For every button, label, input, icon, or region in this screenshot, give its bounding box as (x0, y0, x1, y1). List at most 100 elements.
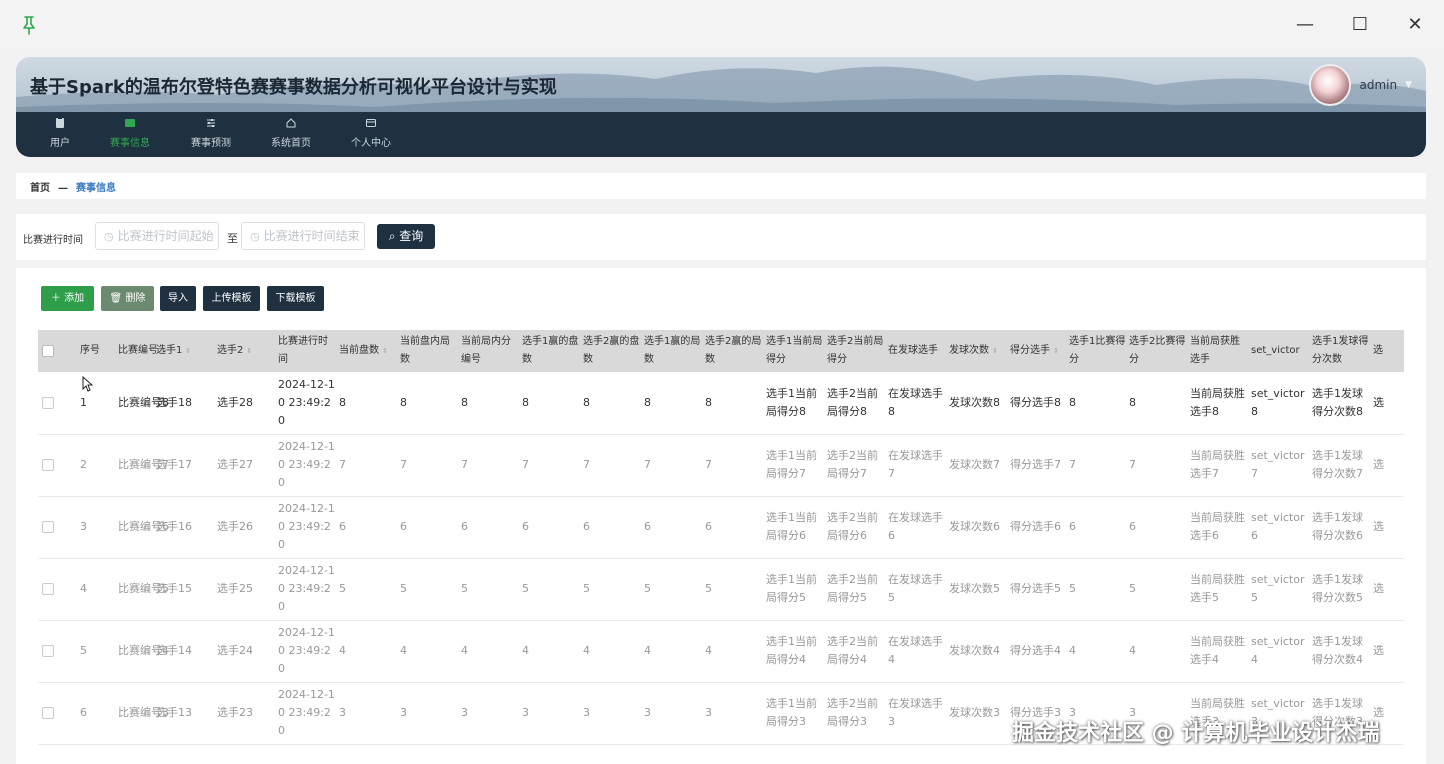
row-checkbox[interactable] (42, 645, 54, 657)
table-row[interactable]: 2 比赛编号7 选手17 选手27 2024-12-10 23:49:20 7 7 7 7 7 7 7… (38, 434, 1404, 497)
row-checkbox-cell[interactable] (42, 372, 56, 434)
column-header[interactable]: 当前盘内局数 (400, 330, 458, 372)
nav-item-match-prediction[interactable]: 赛事预测 (176, 116, 246, 149)
user-menu[interactable]: admin ▼ (1309, 64, 1412, 106)
nav-item-users[interactable]: 用户 (25, 116, 95, 149)
table-cell: 6 (583, 520, 590, 533)
download-template-button[interactable]: 下载模板 (267, 286, 324, 311)
breadcrumb-separator: — (58, 183, 68, 194)
query-button[interactable]: ⌕ 查询 (377, 224, 435, 249)
upload-template-button[interactable]: 上传模板 (203, 286, 260, 311)
column-header[interactable]: 在发球选手 (888, 330, 946, 372)
column-header[interactable]: 选手1赢的盘数 (522, 330, 580, 372)
row-checkbox[interactable] (42, 397, 54, 409)
maximize-button[interactable]: ☐ (1347, 12, 1373, 38)
column-header[interactable]: 当前局获胜选手 (1190, 330, 1248, 372)
column-header[interactable]: 选手2当前局得分 (827, 330, 885, 372)
select-all-checkbox[interactable] (42, 330, 56, 372)
site-title: 基于Spark的温布尔登特色赛赛事数据分析可视化平台设计与实现 (30, 77, 557, 98)
column-header[interactable]: 选手2比赛得分 (1129, 330, 1187, 372)
table-cell: 2024-12-10 23:49:20 (278, 440, 335, 489)
table-cell: 得分选手6 (1010, 520, 1061, 533)
row-checkbox-cell[interactable] (42, 496, 56, 558)
column-header[interactable]: 选手1 ⇕ (156, 330, 214, 372)
table-cell: 7 (1129, 458, 1136, 471)
table-cell: 6 (522, 520, 529, 533)
column-header[interactable]: 选手2 ⇕ (217, 330, 275, 372)
nav-item-match-info[interactable]: 赛事信息 (95, 116, 165, 149)
table-cell: 发球次数4 (949, 644, 1000, 657)
sort-icon[interactable]: ⇕ (246, 342, 252, 360)
column-header[interactable]: 发球次数 ⇕ (949, 330, 1007, 372)
row-checkbox-cell[interactable] (42, 620, 56, 682)
table-cell: 4 (80, 582, 87, 595)
avatar[interactable] (1309, 64, 1352, 106)
column-header-label: 选手2赢的盘数 (583, 336, 640, 365)
sort-icon[interactable]: ⇕ (1053, 342, 1059, 360)
minimize-button[interactable]: — (1292, 12, 1318, 38)
row-checkbox[interactable] (42, 459, 54, 471)
row-checkbox-cell[interactable] (42, 434, 56, 496)
pin-icon[interactable] (18, 14, 40, 36)
end-time-input[interactable]: ◷ 比赛进行时间结束 (241, 222, 365, 250)
row-checkbox[interactable] (42, 521, 54, 533)
table-cell: 选手17 (156, 458, 192, 471)
nav-label: 赛事预测 (191, 138, 231, 149)
table-cell: 2024-12-10 23:49:20 (278, 378, 335, 427)
nav-item-home[interactable]: 系统首页 (256, 116, 326, 149)
table-row[interactable]: 1 比赛编号8 选手18 选手28 2024-12-10 23:49:20 8 8 8 8 8 8 8… (38, 372, 1404, 435)
close-button[interactable]: ✕ (1402, 12, 1428, 38)
table-row[interactable]: 5 比赛编号4 选手14 选手24 2024-12-10 23:49:20 4 4 4 4 4 4 4… (38, 620, 1404, 683)
add-button[interactable]: ＋ 添加 (41, 286, 94, 311)
column-header-label: 选手1比赛得分 (1069, 336, 1126, 365)
column-header[interactable]: 选手1比赛得分 (1069, 330, 1127, 372)
table-cell: 选手1发球得分次数5 (1312, 573, 1363, 604)
column-header[interactable]: 选手2赢的局数 (705, 330, 763, 372)
chevron-down-icon[interactable]: ▼ (1405, 80, 1412, 90)
row-checkbox[interactable] (42, 707, 54, 719)
column-header[interactable]: 当前盘数 ⇕ (339, 330, 397, 372)
column-header-label: 得分选手 (1010, 345, 1050, 356)
column-header[interactable]: 比赛进行时间 (278, 330, 336, 372)
table-cell: 5 (400, 582, 407, 595)
table-cell: 在发球选手4 (888, 635, 943, 666)
column-header[interactable]: 选手1当前局得分 (766, 330, 824, 372)
column-header-label: 在发球选手 (888, 345, 938, 356)
column-header[interactable]: set_victor (1251, 330, 1309, 372)
column-header[interactable]: 选手1发球得分次数 (1312, 330, 1370, 372)
breadcrumb-home[interactable]: 首页 (30, 183, 50, 194)
nav-item-profile[interactable]: 个人中心 (336, 116, 406, 149)
sort-icon[interactable]: ⇕ (185, 342, 191, 360)
row-checkbox-cell[interactable] (42, 682, 56, 744)
sort-icon[interactable]: ⇕ (992, 342, 998, 360)
import-button[interactable]: 导入 (160, 286, 196, 311)
table-cell: 选手2当前局得分5 (827, 573, 878, 604)
table-cell: 5 (1129, 582, 1136, 595)
checkbox[interactable] (42, 345, 54, 357)
column-header[interactable]: 选手2赢的盘数 (583, 330, 641, 372)
start-time-input[interactable]: ◷ 比赛进行时间起始 (95, 222, 219, 250)
delete-button[interactable]: 🗑 删除 (101, 286, 154, 311)
row-checkbox[interactable] (42, 583, 54, 595)
column-header-label: 比赛进行时间 (278, 336, 328, 365)
table-cell: 5 (705, 582, 712, 595)
column-header[interactable]: 序号 (80, 330, 110, 372)
table-cell: 6 (1129, 520, 1136, 533)
sort-icon[interactable]: ⇕ (382, 342, 388, 360)
table-row[interactable]: 3 比赛编号6 选手16 选手26 2024-12-10 23:49:20 6 6 6 6 6 6 6… (38, 496, 1404, 559)
table-row[interactable]: 4 比赛编号5 选手15 选手25 2024-12-10 23:49:20 5 5 5 5 5 5 5… (38, 558, 1404, 621)
column-header[interactable]: 得分选手 ⇕ (1010, 330, 1066, 372)
column-header-label: 选手1当前局得分 (766, 336, 823, 365)
username[interactable]: admin (1359, 78, 1397, 92)
table-cell: 得分选手5 (1010, 582, 1061, 595)
column-header[interactable]: 当前局内分编号 (461, 330, 519, 372)
table-cell: 7 (644, 458, 651, 471)
add-label: 添加 (64, 293, 85, 304)
table-cell: 2024-12-10 23:49:20 (278, 626, 335, 675)
column-header-label: set_victor (1251, 345, 1300, 356)
column-header[interactable]: 选 (1373, 330, 1404, 372)
query-label: 查询 (399, 229, 424, 243)
table-cell: 4 (339, 644, 346, 657)
column-header[interactable]: 选手1赢的局数 (644, 330, 702, 372)
row-checkbox-cell[interactable] (42, 558, 56, 620)
